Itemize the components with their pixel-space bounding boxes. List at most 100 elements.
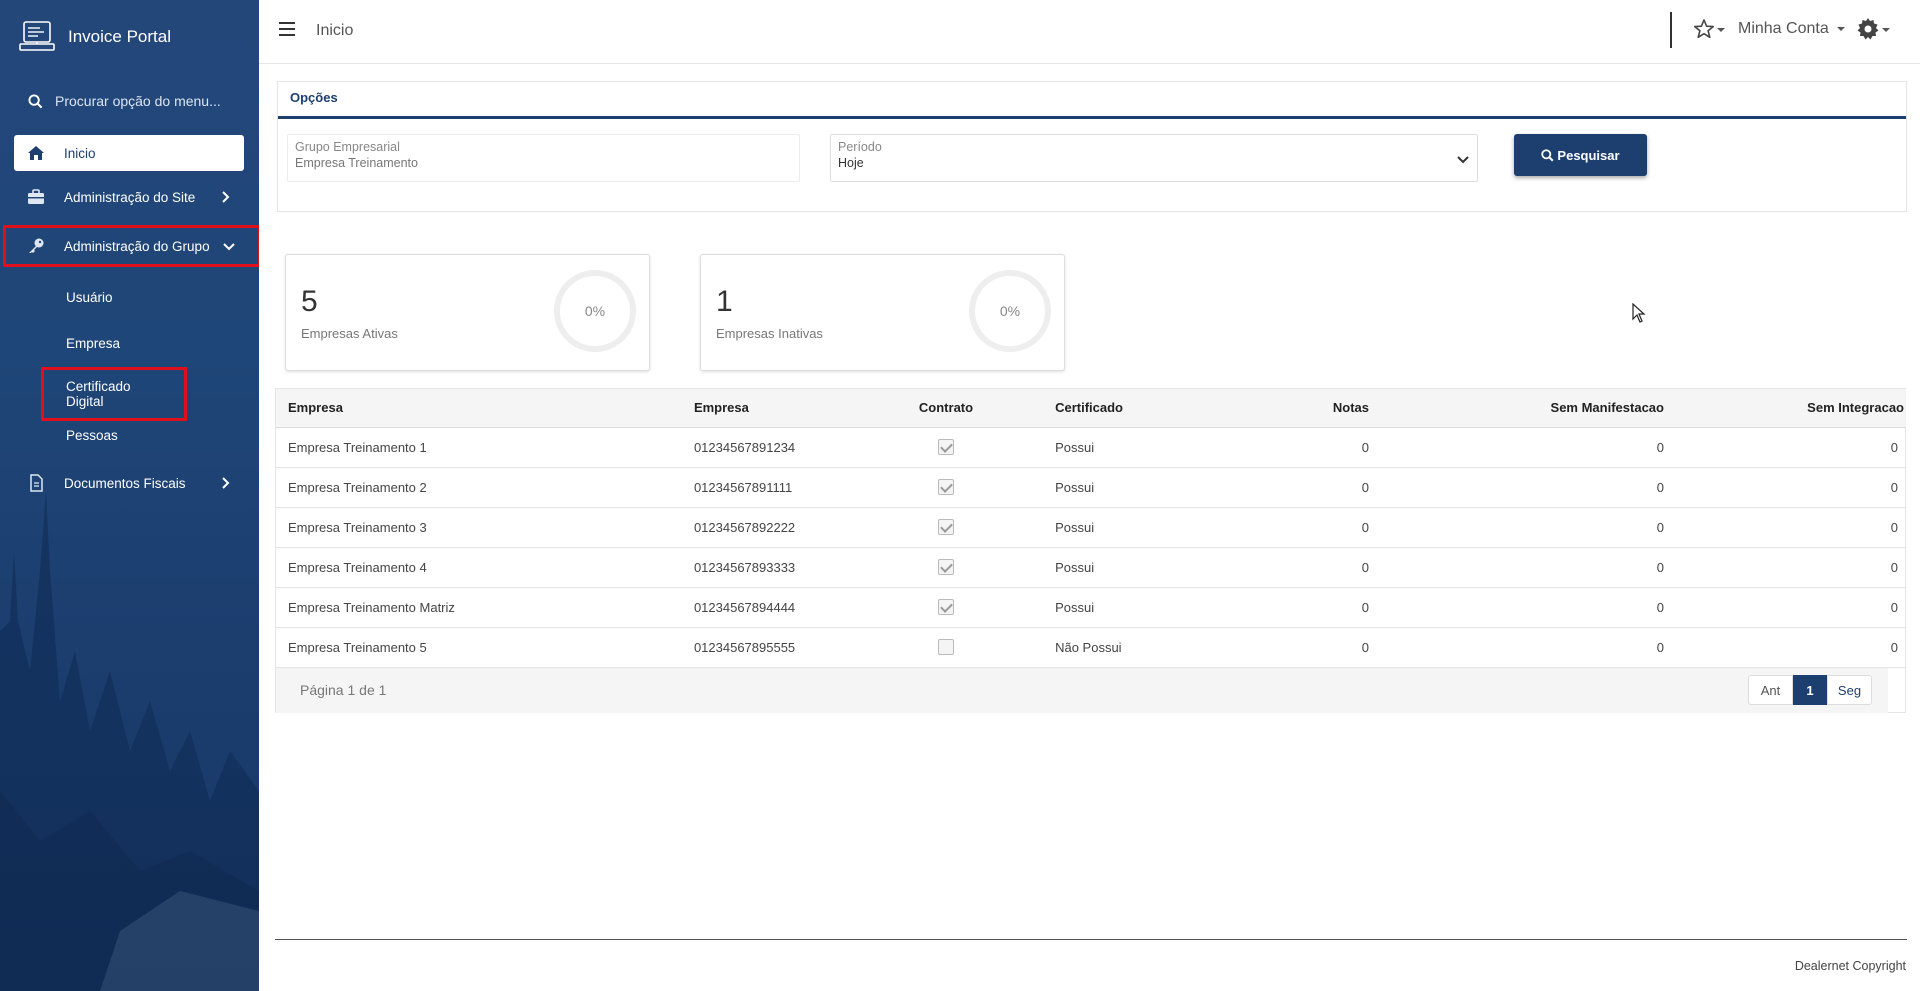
menu-search-input[interactable]: Procurar opção do menu... bbox=[28, 93, 221, 109]
cell-cnpj: 01234567892222 bbox=[681, 507, 907, 548]
table-row[interactable]: Empresa Treinamento 5 01234567895555 Não P… bbox=[276, 627, 1906, 668]
page-1-button[interactable]: 1 bbox=[1793, 675, 1827, 705]
sidebar-subitem-pessoas[interactable]: Pessoas bbox=[66, 428, 118, 443]
brand[interactable]: Invoice Portal bbox=[18, 18, 171, 56]
hamburger-menu-icon[interactable] bbox=[279, 22, 295, 36]
table-row[interactable]: Empresa Treinamento 4 01234567893333 Possu… bbox=[276, 547, 1906, 588]
cell-contrato bbox=[906, 507, 1044, 548]
chevron-down-icon bbox=[1457, 156, 1469, 164]
cell-contrato bbox=[906, 467, 1044, 508]
cell-cnpj: 01234567895555 bbox=[681, 627, 907, 668]
contrato-checkbox[interactable] bbox=[937, 519, 954, 536]
column-header-notas[interactable]: Notas bbox=[1223, 389, 1398, 428]
chevron-down-icon bbox=[223, 243, 235, 251]
computer-logo-icon bbox=[19, 21, 55, 51]
sidebar-subitem-certificado-digital[interactable]: Certificado Digital bbox=[41, 367, 187, 421]
briefcase-icon bbox=[26, 187, 46, 207]
table-row[interactable]: Empresa Treinamento 3 01234567892222 Possu… bbox=[276, 507, 1906, 548]
cell-cnpj: 01234567891234 bbox=[681, 427, 907, 468]
table-row[interactable]: Empresa Treinamento 2 01234567891111 Possu… bbox=[276, 467, 1906, 508]
sidebar-item-documentos-fiscais[interactable]: Documentos Fiscais bbox=[14, 465, 244, 501]
sidebar-item-administracao-do-site[interactable]: Administração do Site bbox=[14, 179, 244, 215]
footer-divider bbox=[275, 939, 1907, 940]
cell-notas: 0 bbox=[1223, 507, 1398, 548]
cell-contrato bbox=[906, 427, 1044, 468]
column-header-empresa[interactable]: Empresa bbox=[276, 389, 682, 428]
forest-background-image bbox=[0, 491, 259, 991]
options-panel-header: Opções bbox=[278, 82, 1906, 119]
gear-icon[interactable] bbox=[1856, 17, 1880, 41]
table-header-row: Empresa Empresa Contrato Certificado Not… bbox=[276, 389, 1906, 428]
star-icon[interactable] bbox=[1693, 18, 1715, 40]
cell-sem-manifestacao: 0 bbox=[1397, 587, 1674, 628]
column-header-contrato[interactable]: Contrato bbox=[906, 389, 1044, 428]
contrato-checkbox[interactable] bbox=[937, 639, 954, 656]
cell-sem-integracao: 0 bbox=[1673, 627, 1906, 668]
cell-certificado: Possui bbox=[1043, 507, 1224, 548]
cell-empresa: Empresa Treinamento 3 bbox=[276, 507, 682, 548]
chevron-right-icon bbox=[222, 191, 230, 203]
stat-label: Empresas Inativas bbox=[716, 326, 823, 341]
stat-value: 1 bbox=[716, 285, 733, 318]
cell-sem-manifestacao: 0 bbox=[1397, 467, 1674, 508]
sidebar-item-administracao-do-grupo[interactable]: Administração do Grupo bbox=[3, 225, 259, 267]
column-header-certificado[interactable]: Certificado bbox=[1043, 389, 1224, 428]
stat-percent: 0% bbox=[999, 303, 1021, 319]
contrato-checkbox[interactable] bbox=[937, 599, 954, 616]
document-icon bbox=[26, 473, 46, 493]
options-panel: Opções Grupo Empresarial Empresa Treinam… bbox=[277, 81, 1907, 212]
periodo-select[interactable]: Período Hoje bbox=[830, 134, 1478, 182]
cell-sem-manifestacao: 0 bbox=[1397, 427, 1674, 468]
table-row[interactable]: Empresa Treinamento Matriz 01234567894444… bbox=[276, 587, 1906, 628]
chevron-right-icon bbox=[222, 477, 230, 489]
stat-percent: 0% bbox=[584, 303, 606, 319]
topbar-divider bbox=[1670, 12, 1672, 48]
companies-table: Empresa Empresa Contrato Certificado Not… bbox=[276, 389, 1906, 668]
column-header-sem-integracao[interactable]: Sem Integracao bbox=[1673, 389, 1906, 428]
cell-notas: 0 bbox=[1223, 587, 1398, 628]
cell-sem-integracao: 0 bbox=[1673, 427, 1906, 468]
cell-empresa: Empresa Treinamento 5 bbox=[276, 627, 682, 668]
stat-value: 5 bbox=[301, 285, 318, 318]
periodo-value: Hoje bbox=[838, 156, 864, 170]
sidebar-subitem-empresa[interactable]: Empresa bbox=[66, 336, 120, 351]
cell-notas: 0 bbox=[1223, 467, 1398, 508]
account-label: Minha Conta bbox=[1738, 20, 1829, 37]
cell-sem-integracao: 0 bbox=[1673, 467, 1906, 508]
cell-certificado: Possui bbox=[1043, 467, 1224, 508]
search-button[interactable]: Pesquisar bbox=[1514, 134, 1647, 176]
pagination-info: Página 1 de 1 bbox=[300, 682, 387, 698]
key-icon bbox=[26, 236, 46, 256]
contrato-checkbox[interactable] bbox=[937, 439, 954, 456]
sidebar-subitem-label: Certificado Digital bbox=[66, 379, 131, 409]
sidebar-item-label: Inicio bbox=[64, 145, 96, 161]
cell-sem-integracao: 0 bbox=[1673, 547, 1906, 588]
search-button-label: Pesquisar bbox=[1557, 147, 1620, 163]
cell-notas: 0 bbox=[1223, 427, 1398, 468]
cell-certificado: Possui bbox=[1043, 587, 1224, 628]
stat-card-empresas-inativas: 1 Empresas Inativas 0% bbox=[700, 254, 1065, 371]
cell-cnpj: 01234567894444 bbox=[681, 587, 907, 628]
favorites-caret-icon[interactable] bbox=[1717, 28, 1725, 32]
sidebar-item-inicio[interactable]: Inicio bbox=[14, 135, 244, 171]
account-menu[interactable]: Minha Conta bbox=[1738, 20, 1846, 38]
sidebar-item-label: Administração do Site bbox=[64, 189, 196, 205]
contrato-checkbox[interactable] bbox=[937, 559, 954, 576]
menu-search-placeholder: Procurar opção do menu... bbox=[55, 93, 221, 109]
column-header-sem-manifestacao[interactable]: Sem Manifestacao bbox=[1397, 389, 1674, 428]
contrato-checkbox[interactable] bbox=[937, 479, 954, 496]
periodo-label: Período bbox=[838, 140, 882, 154]
grupo-empresarial-field[interactable]: Grupo Empresarial Empresa Treinamento bbox=[287, 134, 800, 182]
sidebar-subitem-usuario[interactable]: Usuário bbox=[66, 290, 113, 305]
settings-caret-icon[interactable] bbox=[1882, 28, 1890, 32]
cell-certificado: Possui bbox=[1043, 427, 1224, 468]
mouse-cursor-icon bbox=[1632, 303, 1646, 323]
companies-table-panel: Empresa Empresa Contrato Certificado Not… bbox=[275, 388, 1906, 713]
search-icon bbox=[28, 93, 43, 108]
column-header-cnpj[interactable]: Empresa bbox=[681, 389, 907, 428]
pagination-bar: Página 1 de 1 Ant 1 Seg bbox=[276, 668, 1888, 713]
previous-page-button[interactable]: Ant bbox=[1748, 675, 1793, 705]
next-page-button[interactable]: Seg bbox=[1827, 675, 1872, 705]
table-row[interactable]: Empresa Treinamento 1 01234567891234 Possu… bbox=[276, 427, 1906, 468]
topbar: Inicio Minha Conta bbox=[259, 0, 1920, 64]
